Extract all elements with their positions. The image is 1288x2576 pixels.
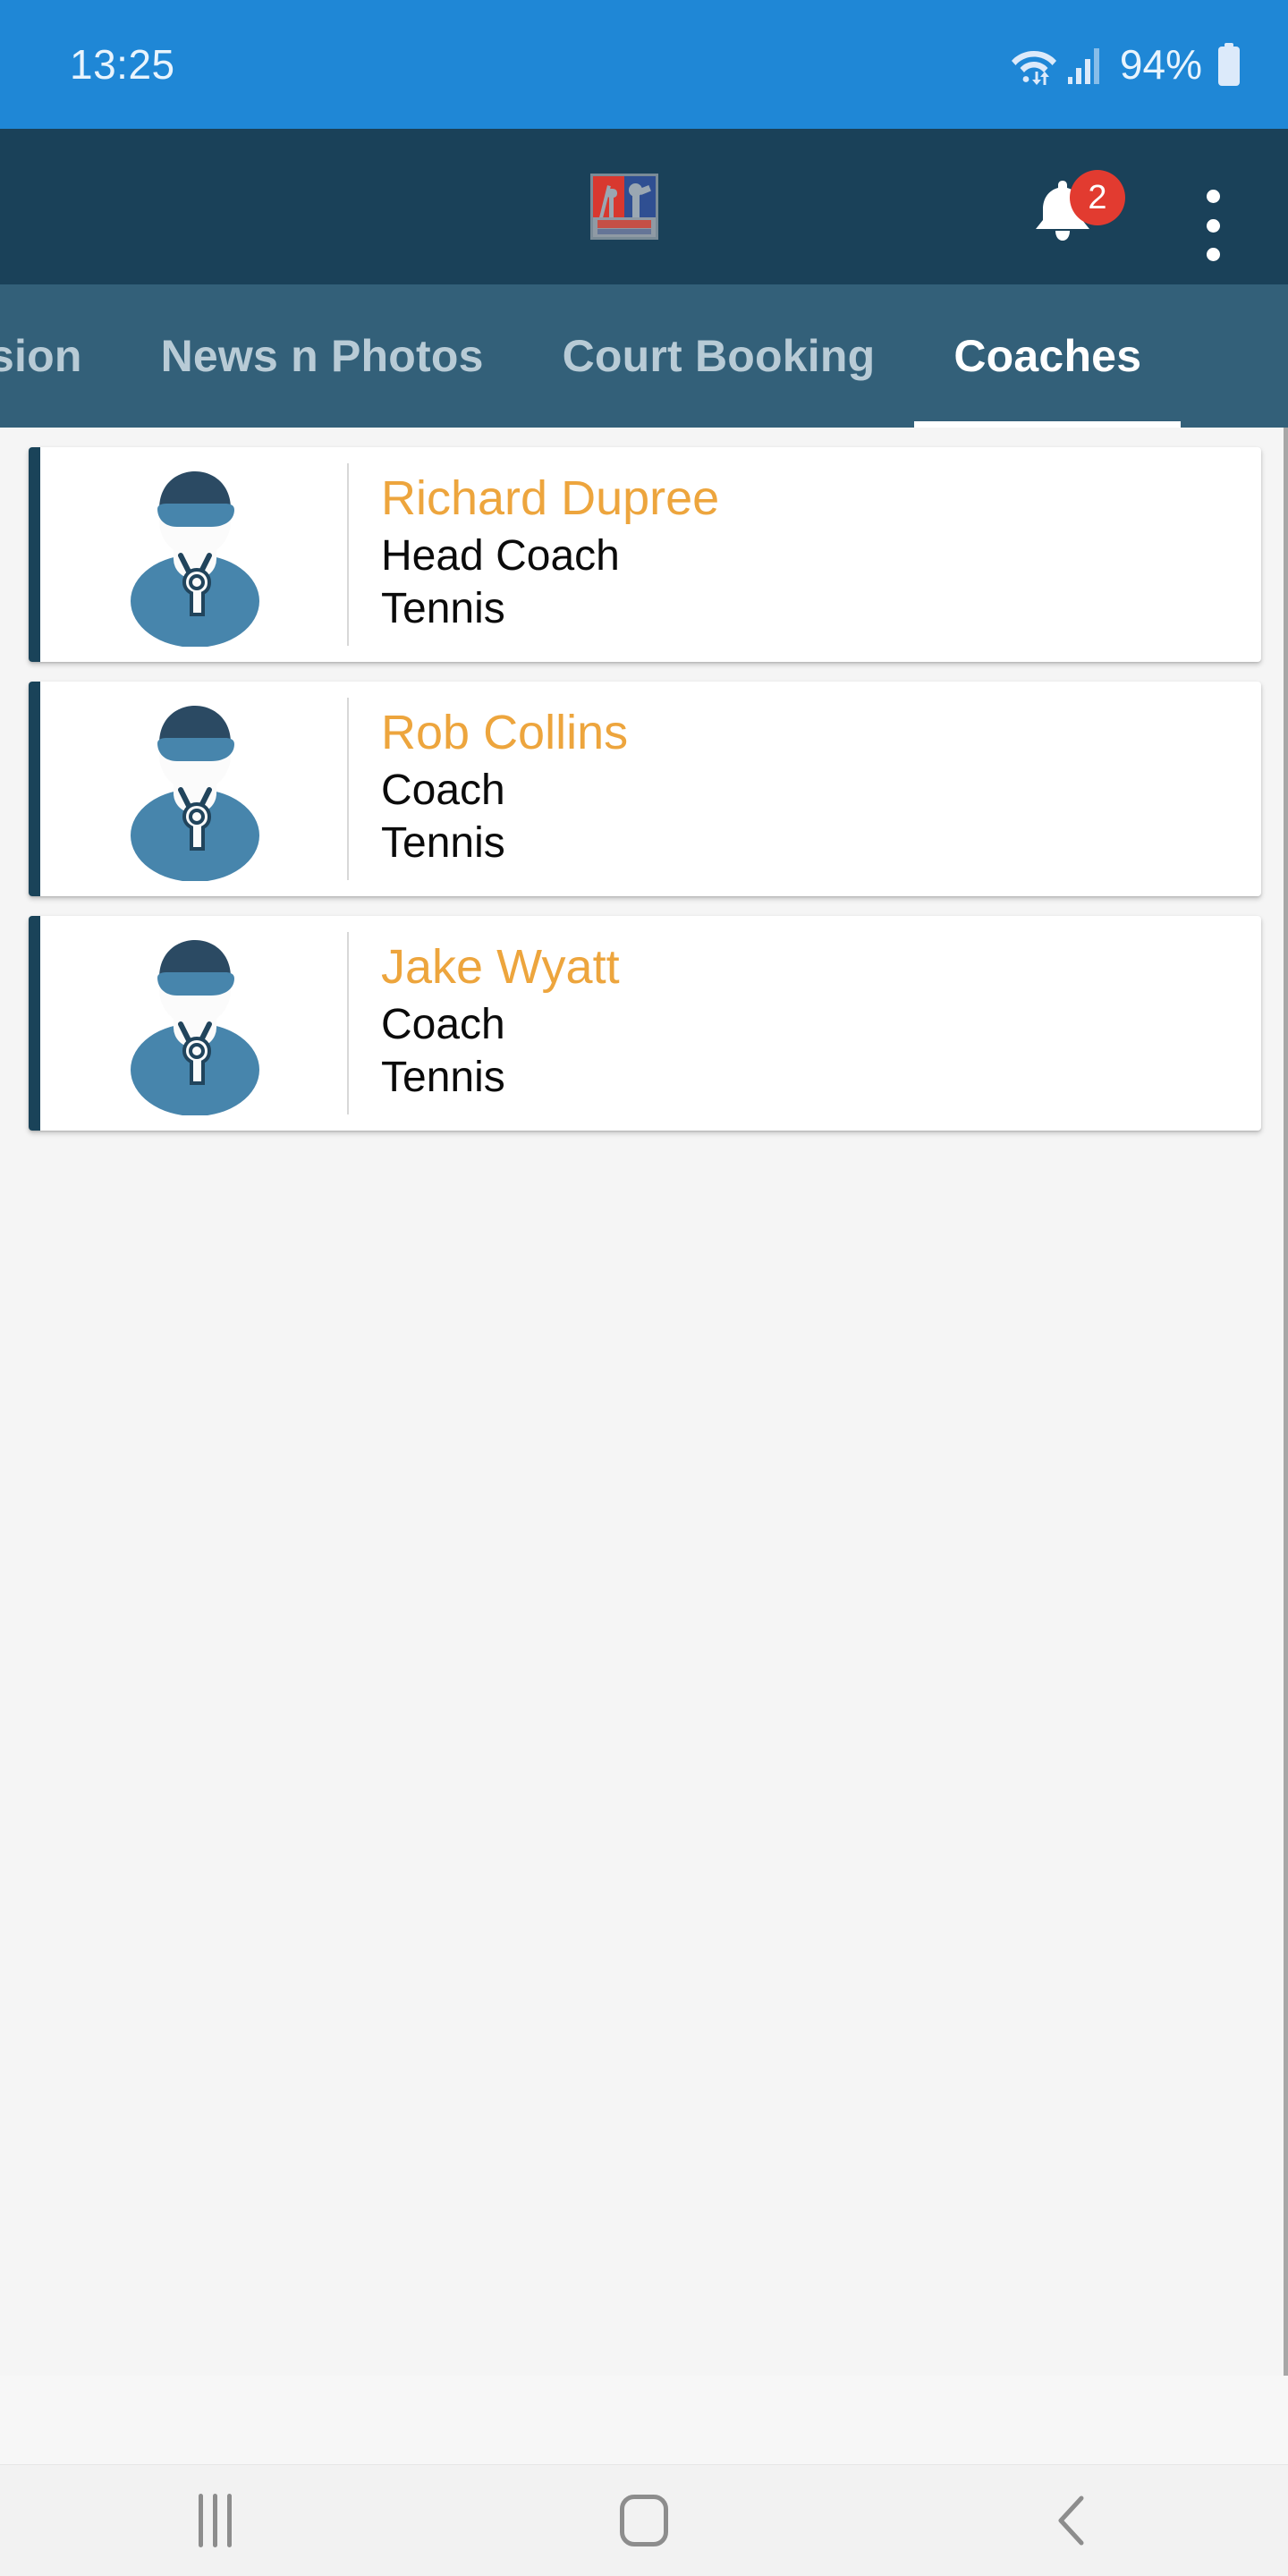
overflow-menu-button[interactable] — [1190, 188, 1236, 263]
coach-details: Richard Dupree Head Coach Tennis — [349, 447, 1261, 662]
back-button[interactable] — [1002, 2465, 1145, 2576]
coach-card[interactable]: Rob Collins Coach Tennis — [29, 682, 1261, 896]
tab-bar[interactable]: ession News n Photos Court Booking Coach… — [0, 284, 1288, 428]
coach-avatar — [40, 682, 349, 896]
tab-label: ession — [0, 331, 82, 381]
home-icon — [620, 2495, 668, 2546]
overflow-dot-icon — [1206, 248, 1220, 261]
coach-role: Head Coach — [381, 532, 620, 580]
coach-details: Rob Collins Coach Tennis — [349, 682, 1261, 896]
coach-role: Coach — [381, 767, 505, 815]
tab-news-n-photos[interactable]: News n Photos — [122, 284, 523, 428]
bottom-spacer — [0, 2376, 1288, 2465]
android-navigation-bar — [0, 2464, 1288, 2576]
coach-role: Coach — [381, 1001, 505, 1049]
app-logo — [590, 174, 658, 240]
app-bar: 2 — [0, 129, 1288, 284]
coach-avatar-icon — [118, 931, 272, 1116]
coach-name: Rob Collins — [381, 705, 629, 759]
coach-card[interactable]: Jake Wyatt Coach Tennis — [29, 916, 1261, 1131]
notifications-button[interactable]: 2 — [1030, 170, 1129, 247]
coach-avatar — [40, 447, 349, 662]
tab-court-booking[interactable]: Court Booking — [523, 284, 915, 428]
coaches-list: Richard Dupree Head Coach Tennis Rob Col… — [0, 428, 1288, 2376]
vertical-scrollbar[interactable] — [1284, 428, 1288, 2376]
card-accent-bar — [29, 447, 40, 662]
overflow-dot-icon — [1206, 218, 1220, 233]
signal-icon — [1067, 45, 1104, 84]
back-chevron-icon — [1058, 2496, 1084, 2546]
coach-details: Jake Wyatt Coach Tennis — [349, 916, 1261, 1131]
tab-session[interactable]: ession — [0, 284, 122, 428]
status-bar-clock: 13:25 — [70, 41, 175, 88]
tab-label: Court Booking — [562, 331, 876, 381]
coach-sport: Tennis — [381, 584, 505, 632]
coach-name: Jake Wyatt — [381, 939, 620, 994]
notification-badge: 2 — [1070, 170, 1125, 225]
overflow-dot-icon — [1206, 190, 1220, 203]
card-accent-bar — [29, 916, 40, 1131]
tab-coaches[interactable]: Coaches — [914, 284, 1182, 428]
battery-icon — [1216, 43, 1241, 86]
battery-percentage-label: 94% — [1119, 41, 1202, 88]
card-accent-bar — [29, 682, 40, 896]
tab-label: News n Photos — [160, 331, 484, 381]
home-button[interactable] — [572, 2465, 716, 2576]
recent-apps-button[interactable] — [143, 2465, 286, 2576]
tab-label: Coaches — [953, 331, 1142, 381]
coach-card[interactable]: Richard Dupree Head Coach Tennis — [29, 447, 1261, 662]
status-bar-indicators: 94% — [1011, 40, 1241, 89]
status-bar: 13:25 94% — [0, 0, 1288, 129]
coach-name: Richard Dupree — [381, 470, 720, 525]
coach-avatar — [40, 916, 349, 1131]
coach-sport: Tennis — [381, 818, 505, 867]
coach-avatar-icon — [118, 462, 272, 648]
recent-apps-icon — [198, 2494, 232, 2547]
coach-sport: Tennis — [381, 1053, 505, 1101]
coach-avatar-icon — [118, 697, 272, 882]
wifi-icon — [1011, 44, 1057, 85]
